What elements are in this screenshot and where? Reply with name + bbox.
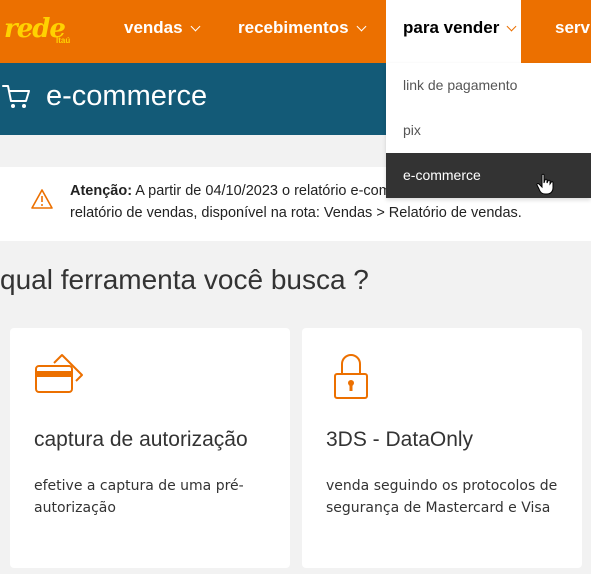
section-title: qual ferramenta você busca ? xyxy=(0,264,369,295)
cart-icon xyxy=(2,85,30,108)
alert-line-1: A partir de 04/10/2023 o relatório e-com xyxy=(132,183,391,199)
para-vender-dropdown: link de pagamento pix e-commerce xyxy=(386,63,591,198)
card-title: 3DS - DataOnly xyxy=(326,428,474,451)
logo-sub: Itaú xyxy=(56,36,71,45)
lock-icon xyxy=(334,354,368,399)
hand-pointer-icon xyxy=(536,173,554,195)
page-title: e-commerce xyxy=(46,80,208,112)
nav-item-label: servi xyxy=(555,18,591,37)
dropdown-item-link-de-pagamento[interactable]: link de pagamento xyxy=(386,63,591,108)
nav-item-label: vendas xyxy=(124,18,183,37)
nav-item-recebimentos[interactable]: recebimentos xyxy=(238,18,366,38)
nav-item-servicos[interactable]: servi xyxy=(555,18,591,38)
card-capture-icon xyxy=(35,354,83,393)
card-title: captura de autorização xyxy=(34,428,248,451)
alert-label: Atenção: xyxy=(70,183,133,199)
rede-logo[interactable]: rede Itaú xyxy=(4,14,74,50)
dropdown-item-e-commerce[interactable]: e-commerce xyxy=(386,153,591,198)
nav-item-label: recebimentos xyxy=(238,18,349,37)
dropdown-item-pix[interactable]: pix xyxy=(386,108,591,153)
alert-line-2: relatório de vendas, disponível na rota:… xyxy=(70,205,522,221)
card-description: venda seguindo os protocolos de seguranç… xyxy=(326,478,558,516)
tool-card-3ds[interactable]: 3DS - DataOnly venda seguindo os protoco… xyxy=(302,328,582,568)
tool-card-captura[interactable]: captura de autorização efetive a captura… xyxy=(10,328,290,568)
chevron-down-icon xyxy=(356,21,366,31)
nav-item-para-vender[interactable]: para vender xyxy=(403,18,517,38)
warning-icon xyxy=(31,189,53,209)
chevron-down-icon xyxy=(506,21,517,31)
chevron-down-icon xyxy=(190,21,201,31)
card-description: efetive a captura de uma pré-autorização xyxy=(34,478,244,516)
nav-item-label: para vender xyxy=(403,18,500,37)
nav-item-vendas[interactable]: vendas xyxy=(124,18,201,38)
